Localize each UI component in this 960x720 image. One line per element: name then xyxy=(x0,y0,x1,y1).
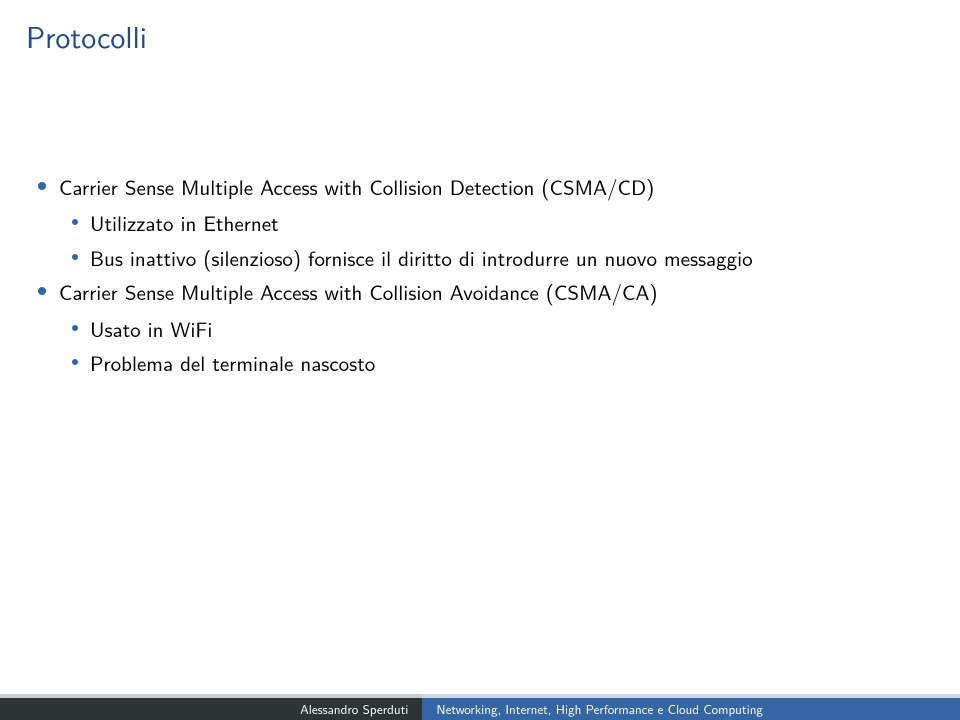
bullet-icon xyxy=(72,359,78,365)
bullet-item-l1: Carrier Sense Multiple Access with Colli… xyxy=(38,172,922,202)
slide-title: Protocolli xyxy=(26,14,147,58)
footer: Alessandro Sperduti Networking, Internet… xyxy=(0,698,960,720)
footer-author: Alessandro Sperduti xyxy=(0,698,422,720)
footer-course: Networking, Internet, High Performance e… xyxy=(422,698,960,720)
bullet-text: Problema del terminale nascosto xyxy=(90,348,922,378)
bullet-text: Carrier Sense Multiple Access with Colli… xyxy=(59,277,922,307)
slide-content: Carrier Sense Multiple Access with Colli… xyxy=(38,172,922,383)
bullet-item-l2: Bus inattivo (silenzioso) fornisce il di… xyxy=(72,243,922,273)
bullet-icon xyxy=(72,325,78,331)
bullet-text: Usato in WiFi xyxy=(90,314,922,344)
bullet-item-l2: Problema del terminale nascosto xyxy=(72,348,922,378)
bullet-text: Utilizzato in Ethernet xyxy=(90,208,922,238)
bullet-icon xyxy=(72,219,78,225)
bullet-text: Carrier Sense Multiple Access with Colli… xyxy=(59,172,922,202)
bullet-item-l2: Utilizzato in Ethernet xyxy=(72,208,922,238)
bullet-icon xyxy=(38,182,46,190)
bullet-icon xyxy=(72,254,78,260)
bullet-icon xyxy=(38,287,46,295)
bullet-item-l1: Carrier Sense Multiple Access with Colli… xyxy=(38,277,922,307)
bullet-item-l2: Usato in WiFi xyxy=(72,314,922,344)
bullet-text: Bus inattivo (silenzioso) fornisce il di… xyxy=(90,243,922,273)
slide: Protocolli Carrier Sense Multiple Access… xyxy=(0,0,960,720)
